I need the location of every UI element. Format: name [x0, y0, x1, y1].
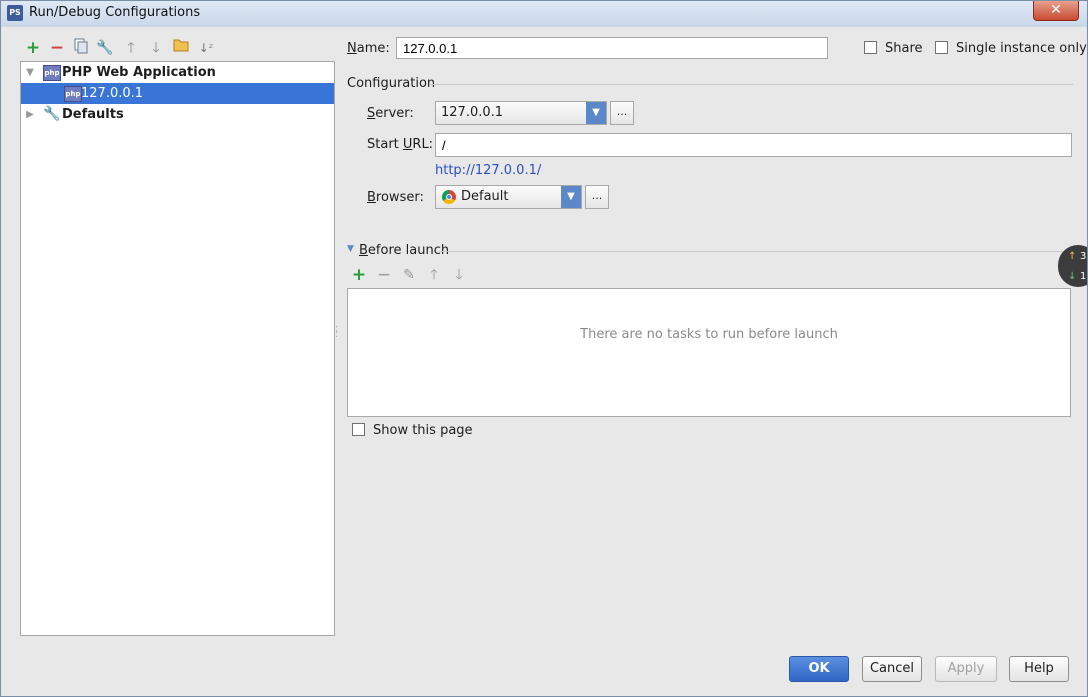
chevron-down-icon[interactable]: ▼ — [586, 102, 606, 124]
empty-tasks-message: There are no tasks to run before launch — [580, 327, 838, 342]
expanded-arrow-icon[interactable]: ▼ — [25, 62, 35, 83]
url-preview-link[interactable]: http://127.0.0.1/ — [435, 163, 541, 178]
ok-button[interactable]: OK — [789, 656, 849, 682]
share-checkbox[interactable] — [864, 41, 877, 54]
widget-up-value: 3. — [1080, 251, 1087, 262]
panel-splitter[interactable]: ⁚ ⁚ — [335, 326, 338, 340]
server-value: 127.0.0.1 — [441, 105, 504, 120]
before-launch-title[interactable]: Before launch — [359, 243, 449, 258]
sort-icon[interactable]: ↓ᶻ — [196, 38, 216, 58]
remove-icon[interactable]: − — [47, 38, 67, 58]
chrome-icon — [442, 190, 456, 204]
tree-item-127-0-0-1[interactable]: php 127.0.0.1 — [21, 83, 334, 104]
tree-item-php-web-application[interactable]: ▼ php PHP Web Application — [21, 62, 334, 83]
before-launch-task-list[interactable]: There are no tasks to run before launch — [347, 288, 1071, 417]
section-divider — [429, 84, 1073, 85]
tree-item-label: 127.0.0.1 — [81, 86, 144, 101]
add-icon[interactable]: + — [23, 38, 43, 58]
move-down-icon[interactable]: 🡓 — [449, 265, 469, 285]
run-debug-dialog: PS Run/Debug Configurations ✕ + − 🔧 🡑 🡓 … — [0, 0, 1088, 697]
browser-label: Browser: — [367, 190, 424, 205]
phpstorm-app-icon: PS — [7, 5, 23, 21]
title-bar: PS Run/Debug Configurations ✕ — [1, 1, 1087, 27]
show-page-label: Show this page — [373, 423, 473, 438]
window-title: Run/Debug Configurations — [29, 5, 201, 20]
close-button[interactable]: ✕ — [1033, 1, 1079, 21]
name-field[interactable] — [396, 37, 828, 59]
php-icon: php — [64, 86, 82, 102]
up-arrow-icon: ↑ — [1068, 251, 1077, 262]
widget-down-value: 1. — [1080, 271, 1087, 282]
php-icon: php — [43, 65, 61, 81]
server-more-button[interactable]: ... — [610, 101, 634, 125]
server-dropdown[interactable]: 127.0.0.1 ▼ — [435, 101, 607, 125]
wrench-icon: 🔧 — [43, 106, 61, 122]
chevron-down-icon[interactable]: ▼ — [561, 186, 581, 208]
browser-more-button[interactable]: ... — [585, 185, 609, 209]
single-instance-checkbox[interactable] — [935, 41, 948, 54]
section-divider — [439, 251, 1073, 252]
show-page-checkbox[interactable] — [352, 423, 365, 436]
edit-task-icon[interactable]: ✎ — [399, 265, 419, 285]
move-down-icon[interactable]: 🡓 — [146, 38, 166, 58]
down-arrow-icon: ↓ — [1068, 271, 1077, 282]
collapse-triangle-icon[interactable]: ▼ — [347, 244, 354, 254]
start-url-field[interactable] — [435, 133, 1072, 157]
remove-task-icon[interactable]: − — [374, 265, 394, 285]
tree-item-label: PHP Web Application — [62, 65, 216, 80]
configuration-section-title: Configuration — [347, 76, 436, 91]
tree-item-label: Defaults — [62, 107, 124, 122]
name-label: Name: — [347, 41, 390, 56]
server-label: Server: — [367, 106, 414, 121]
browser-dropdown[interactable]: Default ▼ — [435, 185, 582, 209]
add-task-icon[interactable]: + — [349, 265, 369, 285]
single-instance-label: Single instance only — [956, 41, 1087, 56]
help-button[interactable]: Help — [1009, 656, 1069, 682]
folder-icon[interactable] — [171, 38, 191, 58]
cancel-button[interactable]: Cancel — [862, 656, 922, 682]
move-up-icon[interactable]: 🡑 — [121, 38, 141, 58]
browser-value: Default — [461, 189, 509, 204]
start-url-label: Start URL: — [367, 137, 434, 152]
copy-icon[interactable] — [71, 38, 91, 58]
tree-item-defaults[interactable]: ▶ 🔧 Defaults — [21, 104, 334, 125]
move-up-icon[interactable]: 🡑 — [424, 265, 444, 285]
wrench-icon[interactable]: 🔧 — [95, 38, 115, 58]
configuration-tree: ▼ php PHP Web Application php 127.0.0.1 … — [20, 61, 335, 636]
apply-button[interactable]: Apply — [935, 656, 997, 682]
share-label: Share — [885, 41, 923, 56]
notification-widget[interactable]: ↑ 3. ↓ 1. — [1058, 245, 1087, 287]
collapsed-arrow-icon[interactable]: ▶ — [25, 104, 35, 125]
